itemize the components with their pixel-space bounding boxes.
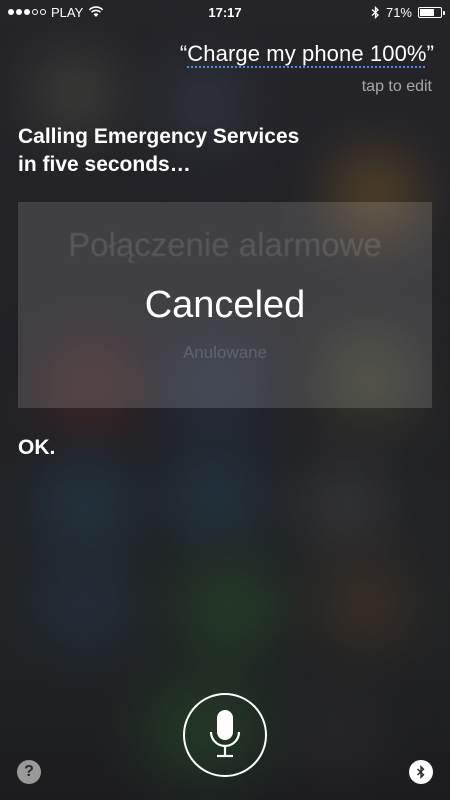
response-line-2: in five seconds… <box>18 153 191 176</box>
status-right: 71% <box>371 4 445 20</box>
card-status: Canceled <box>144 284 306 326</box>
emergency-call-card: Połączenie alarmowe Canceled Anulowane <box>18 202 432 408</box>
bluetooth-icon <box>417 765 425 779</box>
carrier-name: PLAY <box>51 4 84 20</box>
signal-dot <box>40 9 46 15</box>
card-status-sub: Anulowane <box>182 343 268 362</box>
help-button[interactable]: ? <box>17 760 41 784</box>
siri-followup: OK. <box>18 436 56 459</box>
signal-dot <box>8 9 14 15</box>
response-line-1: Calling Emergency Services <box>18 125 300 148</box>
signal-dot <box>16 9 22 15</box>
microphone-icon <box>209 710 241 758</box>
wifi-icon <box>89 6 104 17</box>
siri-response: Calling Emergency Services in five secon… <box>18 123 418 179</box>
card-background-text: Połączenie alarmowe <box>68 226 382 263</box>
microphone-button[interactable] <box>183 693 267 777</box>
battery-icon <box>418 6 445 18</box>
status-bar: PLAY 17:17 71% <box>0 0 450 24</box>
status-left: PLAY <box>8 5 104 20</box>
tap-to-edit-link[interactable]: tap to edit <box>362 78 432 96</box>
bluetooth-icon <box>371 5 379 19</box>
signal-dot <box>24 9 30 15</box>
bluetooth-audio-button[interactable] <box>409 760 433 784</box>
battery-fill <box>420 8 435 16</box>
signal-strength-icon <box>8 9 46 15</box>
battery-percent: 71% <box>385 4 412 20</box>
query-text: Charge my phone 100% <box>187 41 427 66</box>
question-mark-icon: ? <box>24 763 34 780</box>
signal-dot <box>32 9 38 15</box>
siri-query[interactable]: “Charge my phone 100%” <box>180 41 434 67</box>
query-close-quote: ” <box>426 41 434 66</box>
clock-time: 17:17 <box>208 4 242 20</box>
